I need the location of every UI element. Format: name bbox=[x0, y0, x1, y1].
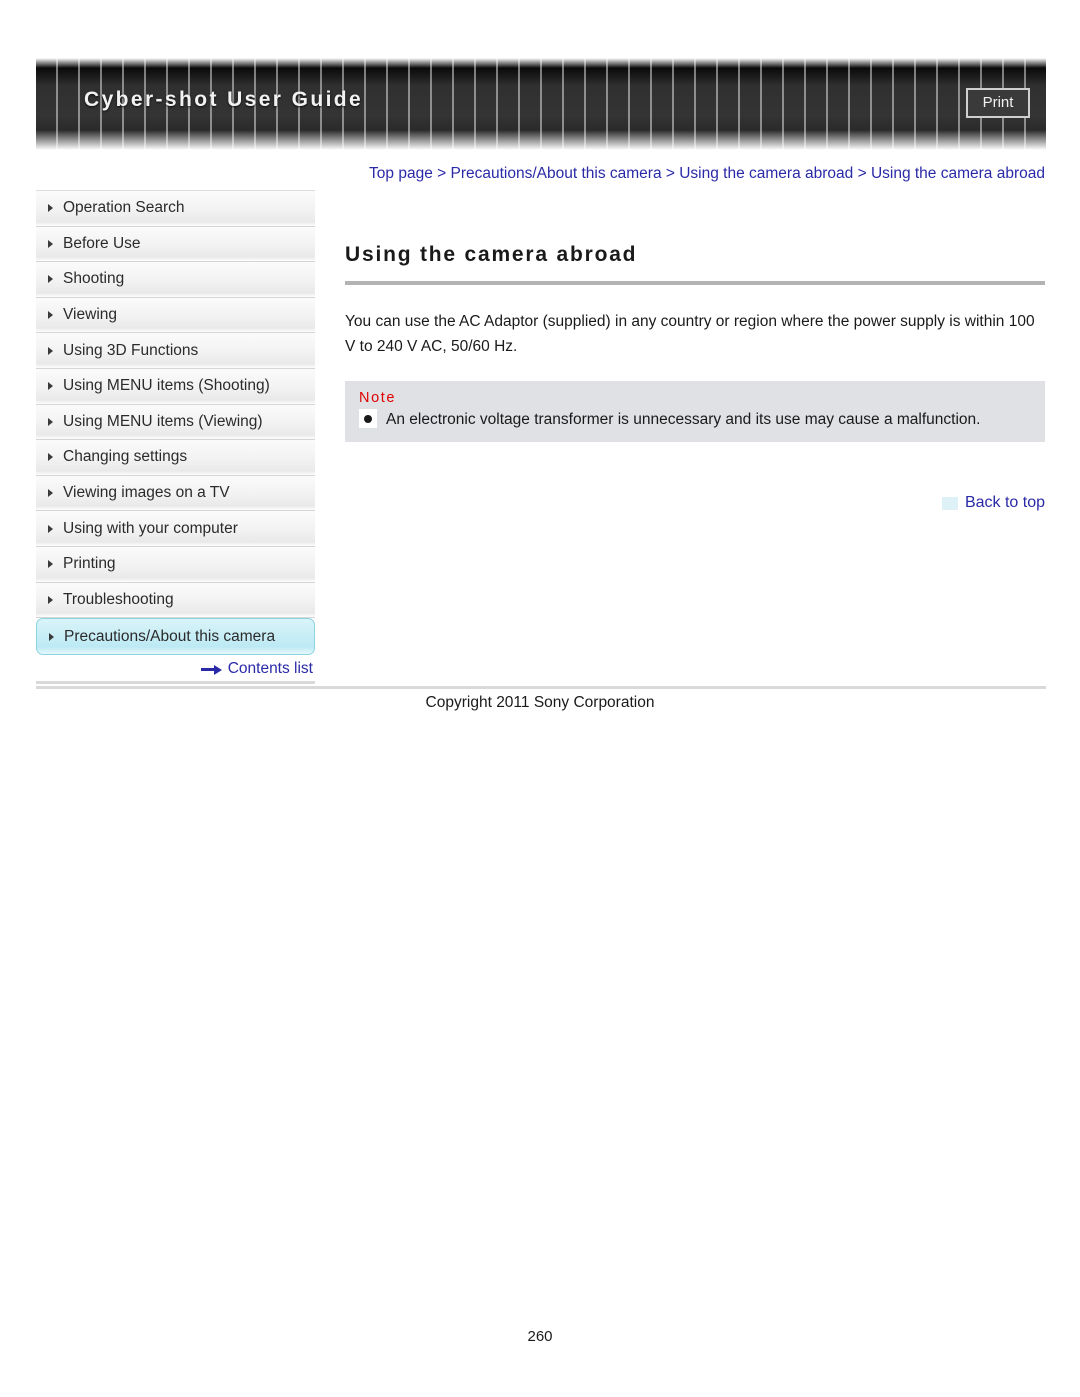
sidebar-item-label: Using MENU items (Shooting) bbox=[63, 377, 270, 395]
sidebar-item-shooting[interactable]: Shooting bbox=[36, 262, 315, 298]
triangle-right-icon bbox=[48, 311, 53, 320]
sidebar-item-label: Viewing bbox=[63, 306, 118, 324]
triangle-right-icon bbox=[48, 382, 53, 391]
sidebar-item-printing[interactable]: Printing bbox=[36, 546, 315, 583]
sidebar-item-using-with-your-computer[interactable]: Using with your computer bbox=[36, 511, 315, 547]
sidebar-item-viewing[interactable]: Viewing bbox=[36, 297, 315, 334]
copyright-text: Copyright 2011 Sony Corporation bbox=[425, 694, 655, 711]
triangle-right-icon bbox=[48, 560, 53, 569]
note-box: Note An electronic voltage transformer i… bbox=[345, 381, 1045, 442]
sidebar-item-label: Operation Search bbox=[63, 199, 185, 217]
arrow-right-icon bbox=[200, 664, 223, 675]
app-title: Cyber-shot User Guide bbox=[84, 88, 364, 111]
page-number: 260 bbox=[527, 1328, 553, 1345]
sidebar-item-label: Using 3D Functions bbox=[63, 341, 199, 359]
bullet-icon bbox=[359, 409, 377, 428]
note-item: An electronic voltage transformer is unn… bbox=[359, 409, 1031, 431]
back-to-top-row[interactable]: Back to top bbox=[345, 494, 1045, 512]
back-to-top-icon bbox=[941, 496, 958, 510]
heading-divider bbox=[345, 281, 1045, 285]
triangle-right-icon bbox=[48, 417, 53, 426]
sidebar: Operation Search Before Use Shooting Viewin… bbox=[36, 190, 315, 685]
footer-divider bbox=[36, 686, 1046, 689]
header-banner: Cyber-shot User Guide Print bbox=[36, 58, 1046, 150]
sidebar-item-changing-settings[interactable]: Changing settings bbox=[36, 440, 315, 476]
sidebar-item-label: Using MENU items (Viewing) bbox=[63, 412, 263, 430]
sidebar-item-label: Using with your computer bbox=[63, 519, 238, 537]
triangle-right-icon bbox=[48, 489, 53, 498]
sidebar-item-label: Shooting bbox=[63, 270, 125, 288]
sidebar-item-troubleshooting[interactable]: Troubleshooting bbox=[36, 582, 315, 619]
triangle-right-icon bbox=[48, 595, 53, 604]
triangle-right-icon bbox=[49, 632, 54, 641]
main-content: Using the camera abroad You can use the … bbox=[345, 243, 1045, 512]
triangle-right-icon bbox=[48, 524, 53, 533]
sidebar-item-label: Changing settings bbox=[63, 448, 188, 466]
sidebar-item-label: Troubleshooting bbox=[63, 590, 174, 608]
back-to-top-link[interactable]: Back to top bbox=[965, 494, 1045, 512]
print-button[interactable]: Print bbox=[966, 88, 1030, 118]
sidebar-item-before-use[interactable]: Before Use bbox=[36, 226, 315, 263]
sidebar-item-label: Viewing images on a TV bbox=[63, 484, 230, 502]
note-item-text: An electronic voltage transformer is unn… bbox=[386, 411, 981, 428]
sidebar-item-operation-search[interactable]: Operation Search bbox=[36, 191, 315, 227]
contents-list-row[interactable]: Contents list bbox=[36, 660, 315, 685]
sidebar-item-label: Precautions/About this camera bbox=[64, 627, 276, 645]
body-paragraph: You can use the AC Adaptor (supplied) in… bbox=[345, 313, 1035, 355]
triangle-right-icon bbox=[48, 453, 53, 462]
page-title: Using the camera abroad bbox=[345, 243, 638, 266]
sidebar-item-precautions-about-this-camera[interactable]: Precautions/About this camera bbox=[36, 618, 315, 656]
triangle-right-icon bbox=[48, 275, 53, 284]
sidebar-item-label: Before Use bbox=[63, 234, 141, 252]
sidebar-item-using-menu-items-shooting[interactable]: Using MENU items (Shooting) bbox=[36, 368, 315, 405]
sidebar-nav-list: Operation Search Before Use Shooting Viewin… bbox=[36, 190, 315, 656]
sidebar-item-using-3d-functions[interactable]: Using 3D Functions bbox=[36, 333, 315, 369]
sidebar-item-label: Printing bbox=[63, 555, 116, 573]
triangle-right-icon bbox=[48, 346, 53, 355]
triangle-right-icon bbox=[48, 204, 53, 213]
triangle-right-icon bbox=[48, 239, 53, 248]
contents-list-link[interactable]: Contents list bbox=[228, 660, 313, 678]
sidebar-item-using-menu-items-viewing[interactable]: Using MENU items (Viewing) bbox=[36, 404, 315, 441]
breadcrumb[interactable]: Top page > Precautions/About this camera… bbox=[345, 162, 1045, 186]
sidebar-item-viewing-images-on-a-tv[interactable]: Viewing images on a TV bbox=[36, 475, 315, 512]
note-title: Note bbox=[359, 390, 397, 406]
